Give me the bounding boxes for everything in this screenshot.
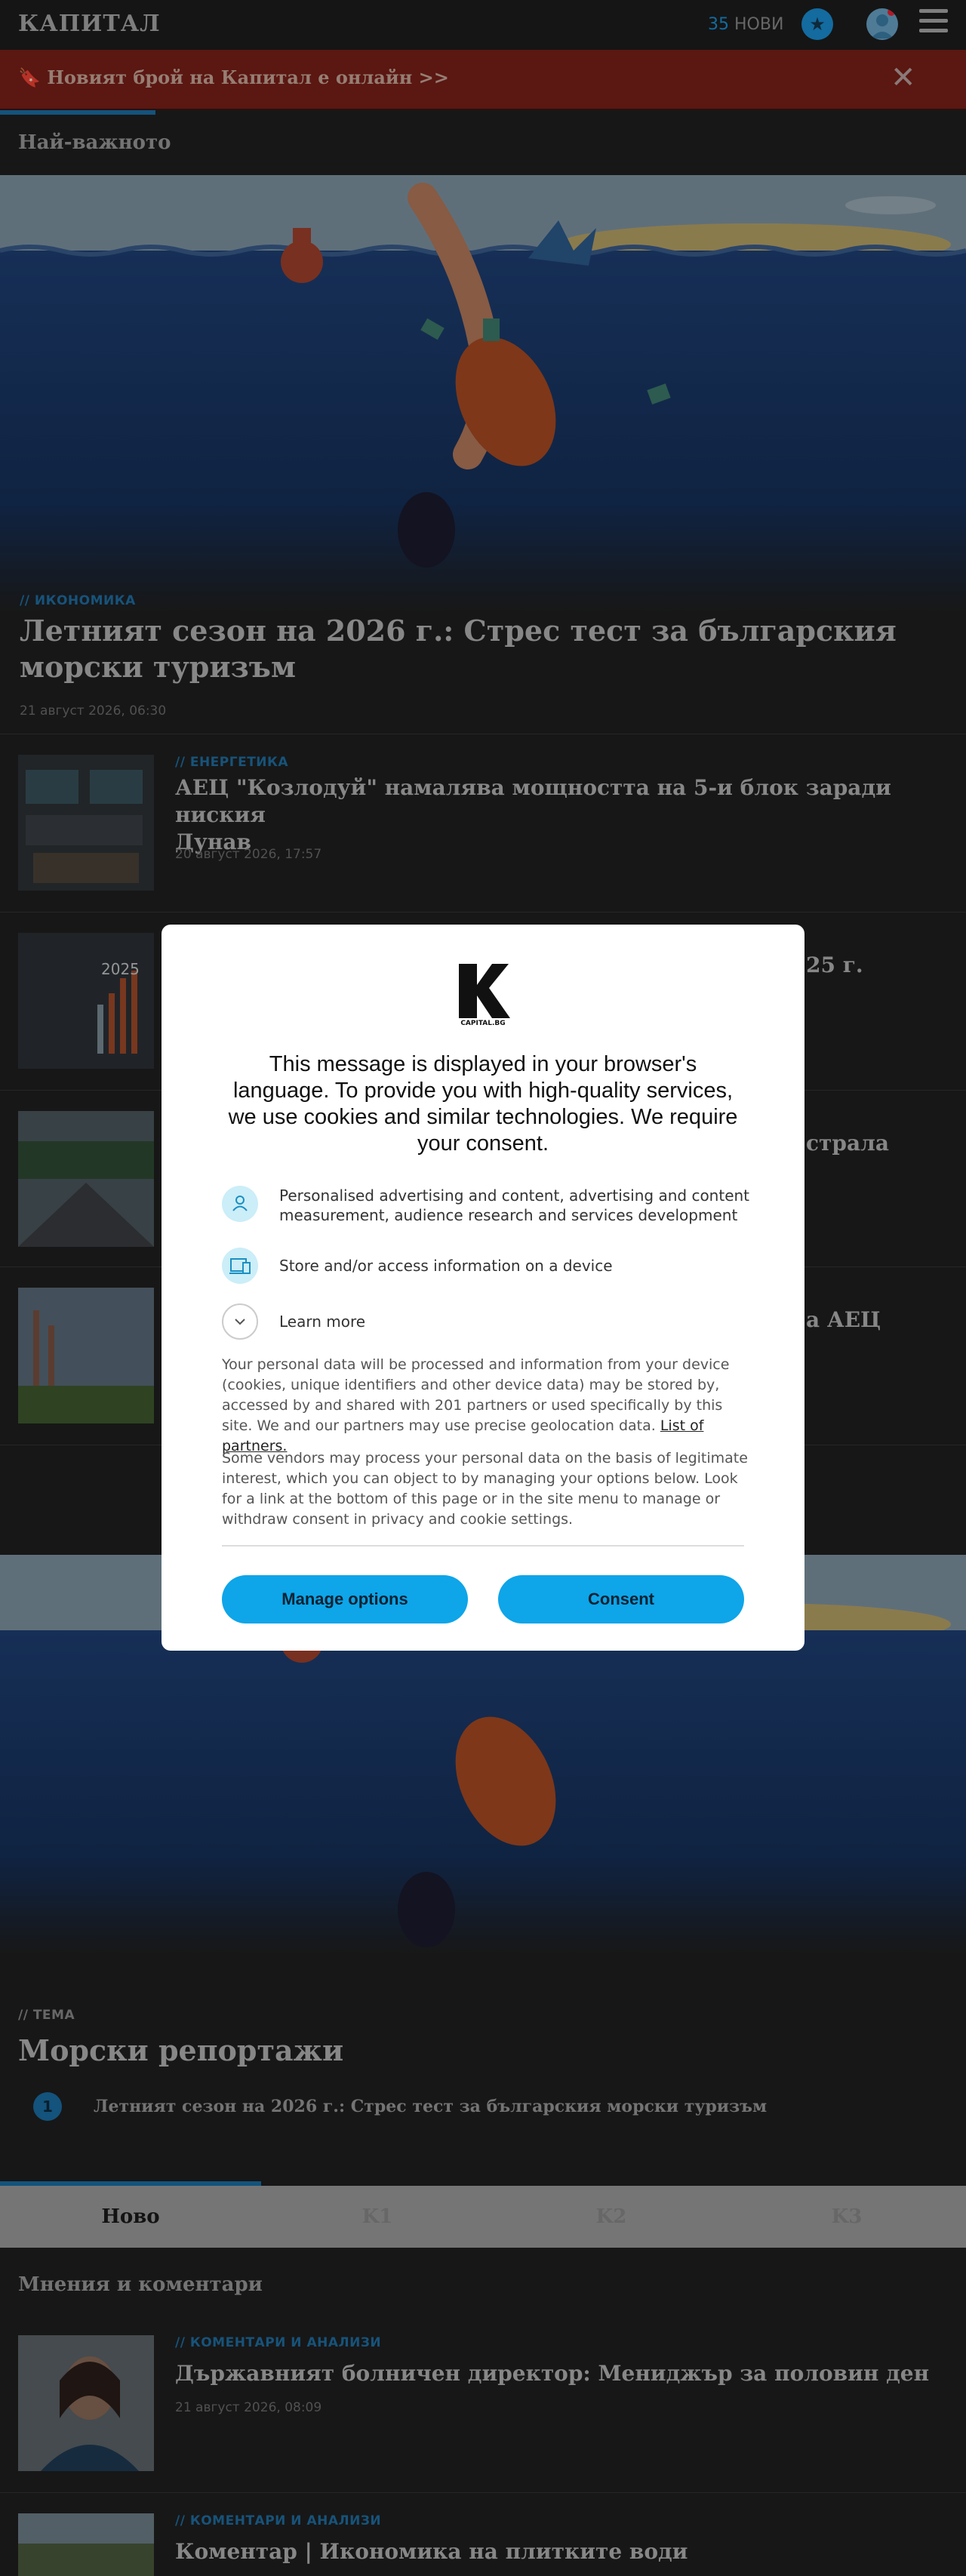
purpose-personalised-ads: Personalised advertising and content, ad… [222, 1186, 750, 1224]
consent-body-1-text: Your personal data will be processed and… [222, 1356, 730, 1434]
manage-options-button[interactable]: Manage options [222, 1575, 468, 1623]
consent-dialog: CAPITAL.BG This message is displayed in … [162, 925, 804, 1651]
consent-body-2: Some vendors may process your personal d… [222, 1450, 748, 1528]
purpose-store-access: Store and/or access information on a dev… [222, 1248, 750, 1285]
purpose-label: Personalised advertising and content, ad… [279, 1186, 750, 1224]
consent-body-1: Your personal data will be processed and… [222, 1355, 750, 1457]
capital-logo: CAPITAL.BG [454, 961, 512, 1029]
purpose-label: Store and/or access information on a dev… [279, 1257, 613, 1275]
chevron-down-icon[interactable] [222, 1303, 258, 1340]
learn-more-toggle[interactable]: Learn more [222, 1303, 750, 1341]
person-icon [222, 1186, 258, 1222]
logo-caption: CAPITAL.BG [460, 1020, 506, 1027]
consent-button[interactable]: Consent [498, 1575, 744, 1623]
consent-title: This message is displayed in your browse… [228, 1052, 738, 1156]
divider [222, 1545, 744, 1547]
devices-icon [222, 1248, 258, 1284]
learn-more-label[interactable]: Learn more [279, 1312, 762, 1331]
